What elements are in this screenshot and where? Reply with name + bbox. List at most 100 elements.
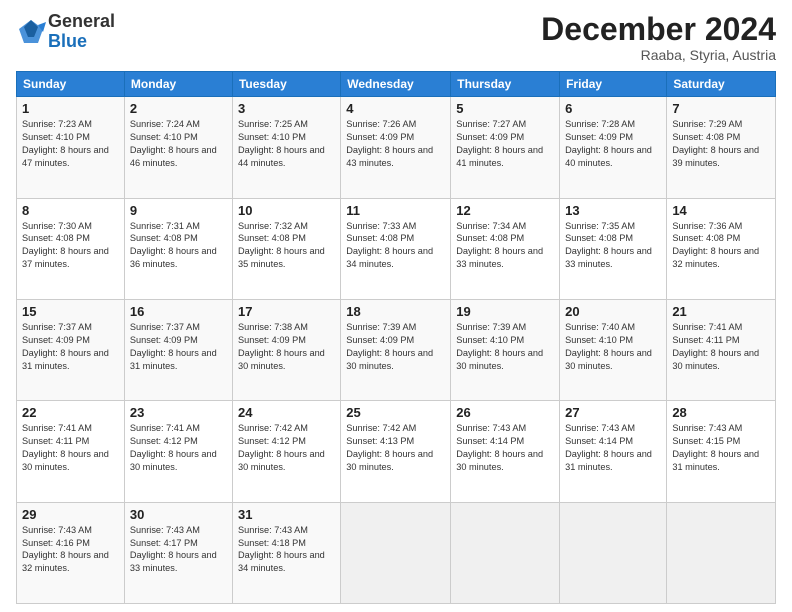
header-day-monday: Monday [124, 72, 232, 97]
day-info: Sunrise: 7:39 AMSunset: 4:09 PMDaylight:… [346, 322, 433, 371]
day-info: Sunrise: 7:33 AMSunset: 4:08 PMDaylight:… [346, 221, 433, 270]
calendar-cell: 30 Sunrise: 7:43 AMSunset: 4:17 PMDaylig… [124, 502, 232, 603]
day-number: 6 [565, 101, 661, 116]
day-number: 24 [238, 405, 335, 420]
calendar-cell: 8 Sunrise: 7:30 AMSunset: 4:08 PMDayligh… [17, 198, 125, 299]
header: General Blue December 2024 Raaba, Styria… [16, 12, 776, 63]
calendar-cell: 12 Sunrise: 7:34 AMSunset: 4:08 PMDaylig… [451, 198, 560, 299]
calendar-cell: 29 Sunrise: 7:43 AMSunset: 4:16 PMDaylig… [17, 502, 125, 603]
calendar-cell: 1 Sunrise: 7:23 AMSunset: 4:10 PMDayligh… [17, 97, 125, 198]
logo-blue: Blue [48, 32, 115, 52]
title-block: December 2024 Raaba, Styria, Austria [541, 12, 776, 63]
calendar-cell: 22 Sunrise: 7:41 AMSunset: 4:11 PMDaylig… [17, 401, 125, 502]
header-day-saturday: Saturday [667, 72, 776, 97]
day-info: Sunrise: 7:40 AMSunset: 4:10 PMDaylight:… [565, 322, 652, 371]
calendar-table: SundayMondayTuesdayWednesdayThursdayFrid… [16, 71, 776, 604]
day-number: 10 [238, 203, 335, 218]
calendar-cell: 25 Sunrise: 7:42 AMSunset: 4:13 PMDaylig… [341, 401, 451, 502]
day-number: 2 [130, 101, 227, 116]
day-number: 29 [22, 507, 119, 522]
day-info: Sunrise: 7:37 AMSunset: 4:09 PMDaylight:… [130, 322, 217, 371]
day-number: 31 [238, 507, 335, 522]
calendar-cell: 31 Sunrise: 7:43 AMSunset: 4:18 PMDaylig… [232, 502, 340, 603]
day-number: 12 [456, 203, 554, 218]
calendar-cell: 2 Sunrise: 7:24 AMSunset: 4:10 PMDayligh… [124, 97, 232, 198]
location: Raaba, Styria, Austria [541, 47, 776, 63]
header-day-wednesday: Wednesday [341, 72, 451, 97]
header-day-thursday: Thursday [451, 72, 560, 97]
day-info: Sunrise: 7:43 AMSunset: 4:14 PMDaylight:… [456, 423, 543, 472]
week-row-5: 29 Sunrise: 7:43 AMSunset: 4:16 PMDaylig… [17, 502, 776, 603]
header-day-sunday: Sunday [17, 72, 125, 97]
calendar-cell: 11 Sunrise: 7:33 AMSunset: 4:08 PMDaylig… [341, 198, 451, 299]
day-number: 28 [672, 405, 770, 420]
calendar-cell: 27 Sunrise: 7:43 AMSunset: 4:14 PMDaylig… [560, 401, 667, 502]
calendar-cell: 28 Sunrise: 7:43 AMSunset: 4:15 PMDaylig… [667, 401, 776, 502]
calendar-cell: 14 Sunrise: 7:36 AMSunset: 4:08 PMDaylig… [667, 198, 776, 299]
page-container: General Blue December 2024 Raaba, Styria… [0, 0, 792, 612]
day-number: 21 [672, 304, 770, 319]
day-info: Sunrise: 7:28 AMSunset: 4:09 PMDaylight:… [565, 119, 652, 168]
day-info: Sunrise: 7:37 AMSunset: 4:09 PMDaylight:… [22, 322, 109, 371]
day-number: 11 [346, 203, 445, 218]
calendar-cell [560, 502, 667, 603]
day-info: Sunrise: 7:43 AMSunset: 4:16 PMDaylight:… [22, 525, 109, 574]
calendar-cell: 3 Sunrise: 7:25 AMSunset: 4:10 PMDayligh… [232, 97, 340, 198]
day-info: Sunrise: 7:25 AMSunset: 4:10 PMDaylight:… [238, 119, 325, 168]
day-info: Sunrise: 7:43 AMSunset: 4:17 PMDaylight:… [130, 525, 217, 574]
header-row: SundayMondayTuesdayWednesdayThursdayFrid… [17, 72, 776, 97]
calendar-cell: 23 Sunrise: 7:41 AMSunset: 4:12 PMDaylig… [124, 401, 232, 502]
day-info: Sunrise: 7:43 AMSunset: 4:18 PMDaylight:… [238, 525, 325, 574]
header-day-tuesday: Tuesday [232, 72, 340, 97]
logo-general: General [48, 12, 115, 32]
logo-text: General Blue [48, 12, 115, 52]
day-info: Sunrise: 7:26 AMSunset: 4:09 PMDaylight:… [346, 119, 433, 168]
day-number: 25 [346, 405, 445, 420]
calendar-cell [341, 502, 451, 603]
calendar-cell: 6 Sunrise: 7:28 AMSunset: 4:09 PMDayligh… [560, 97, 667, 198]
day-number: 20 [565, 304, 661, 319]
day-number: 30 [130, 507, 227, 522]
day-number: 13 [565, 203, 661, 218]
calendar-cell: 7 Sunrise: 7:29 AMSunset: 4:08 PMDayligh… [667, 97, 776, 198]
calendar-cell: 15 Sunrise: 7:37 AMSunset: 4:09 PMDaylig… [17, 299, 125, 400]
day-number: 3 [238, 101, 335, 116]
day-info: Sunrise: 7:36 AMSunset: 4:08 PMDaylight:… [672, 221, 759, 270]
day-info: Sunrise: 7:42 AMSunset: 4:12 PMDaylight:… [238, 423, 325, 472]
week-row-1: 1 Sunrise: 7:23 AMSunset: 4:10 PMDayligh… [17, 97, 776, 198]
week-row-4: 22 Sunrise: 7:41 AMSunset: 4:11 PMDaylig… [17, 401, 776, 502]
day-info: Sunrise: 7:31 AMSunset: 4:08 PMDaylight:… [130, 221, 217, 270]
week-row-3: 15 Sunrise: 7:37 AMSunset: 4:09 PMDaylig… [17, 299, 776, 400]
day-number: 22 [22, 405, 119, 420]
day-number: 4 [346, 101, 445, 116]
week-row-2: 8 Sunrise: 7:30 AMSunset: 4:08 PMDayligh… [17, 198, 776, 299]
calendar-cell [451, 502, 560, 603]
day-info: Sunrise: 7:35 AMSunset: 4:08 PMDaylight:… [565, 221, 652, 270]
header-day-friday: Friday [560, 72, 667, 97]
calendar-cell: 13 Sunrise: 7:35 AMSunset: 4:08 PMDaylig… [560, 198, 667, 299]
calendar-cell: 10 Sunrise: 7:32 AMSunset: 4:08 PMDaylig… [232, 198, 340, 299]
calendar-cell: 20 Sunrise: 7:40 AMSunset: 4:10 PMDaylig… [560, 299, 667, 400]
day-number: 23 [130, 405, 227, 420]
calendar-cell: 24 Sunrise: 7:42 AMSunset: 4:12 PMDaylig… [232, 401, 340, 502]
day-info: Sunrise: 7:41 AMSunset: 4:11 PMDaylight:… [22, 423, 109, 472]
day-info: Sunrise: 7:27 AMSunset: 4:09 PMDaylight:… [456, 119, 543, 168]
day-info: Sunrise: 7:34 AMSunset: 4:08 PMDaylight:… [456, 221, 543, 270]
day-number: 14 [672, 203, 770, 218]
calendar-cell: 17 Sunrise: 7:38 AMSunset: 4:09 PMDaylig… [232, 299, 340, 400]
day-number: 1 [22, 101, 119, 116]
calendar-cell: 16 Sunrise: 7:37 AMSunset: 4:09 PMDaylig… [124, 299, 232, 400]
logo: General Blue [16, 12, 115, 52]
day-info: Sunrise: 7:41 AMSunset: 4:12 PMDaylight:… [130, 423, 217, 472]
logo-icon [16, 17, 46, 47]
calendar-cell: 19 Sunrise: 7:39 AMSunset: 4:10 PMDaylig… [451, 299, 560, 400]
day-number: 18 [346, 304, 445, 319]
day-number: 17 [238, 304, 335, 319]
day-info: Sunrise: 7:24 AMSunset: 4:10 PMDaylight:… [130, 119, 217, 168]
day-number: 5 [456, 101, 554, 116]
day-info: Sunrise: 7:30 AMSunset: 4:08 PMDaylight:… [22, 221, 109, 270]
day-number: 8 [22, 203, 119, 218]
day-number: 9 [130, 203, 227, 218]
day-info: Sunrise: 7:41 AMSunset: 4:11 PMDaylight:… [672, 322, 759, 371]
day-info: Sunrise: 7:32 AMSunset: 4:08 PMDaylight:… [238, 221, 325, 270]
